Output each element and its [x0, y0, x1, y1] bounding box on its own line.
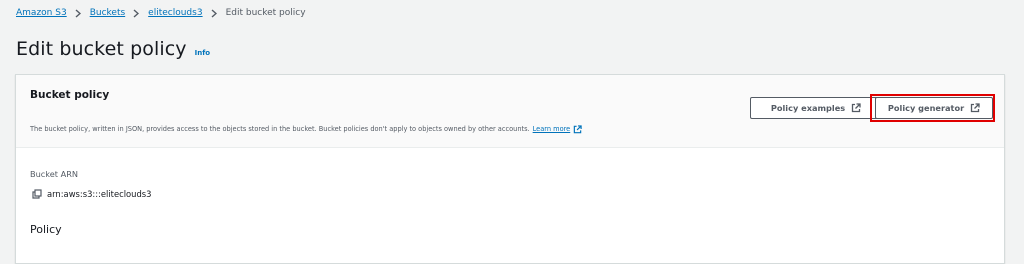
policy-heading: Policy — [30, 223, 62, 236]
panel-title: Bucket policy — [30, 89, 110, 101]
breadcrumb-buckets[interactable]: Buckets — [90, 8, 125, 18]
chevron-right-icon — [133, 8, 140, 18]
external-link-icon — [970, 103, 980, 113]
policy-examples-label: Policy examples — [770, 103, 846, 113]
panel-description-text: The bucket policy, written in JSON, prov… — [30, 125, 530, 133]
panel-description: The bucket policy, written in JSON, prov… — [30, 123, 582, 135]
breadcrumb-current: Edit bucket policy — [225, 8, 306, 18]
learn-more-link[interactable]: Learn more — [533, 125, 571, 133]
page-title: Edit bucket policy — [16, 38, 187, 60]
external-link-icon — [851, 103, 861, 113]
bucket-arn-label: Bucket ARN — [30, 169, 79, 179]
policy-generator-button[interactable]: Policy generator — [875, 97, 993, 119]
policy-examples-button[interactable]: Policy examples — [750, 97, 882, 119]
copy-icon[interactable] — [32, 189, 42, 199]
page-header: Edit bucket policy Info — [16, 38, 210, 60]
bucket-policy-panel: Bucket policy The bucket policy, written… — [15, 74, 1005, 264]
policy-generator-label: Policy generator — [887, 103, 965, 113]
external-link-icon[interactable] — [573, 124, 582, 134]
info-link[interactable]: Info — [195, 49, 210, 57]
panel-header: Bucket policy The bucket policy, written… — [16, 75, 1004, 148]
bucket-arn-value: arn:aws:s3:::eliteclouds3 — [47, 189, 152, 199]
bucket-arn-row: arn:aws:s3:::eliteclouds3 — [32, 188, 152, 200]
breadcrumb-amazon-s3[interactable]: Amazon S3 — [16, 8, 67, 18]
chevron-right-icon — [211, 8, 217, 18]
breadcrumb-bucket-name[interactable]: eliteclouds3 — [148, 8, 202, 18]
chevron-right-icon — [75, 8, 81, 18]
breadcrumb: Amazon S3 Buckets eliteclouds3 Edit buck… — [16, 6, 306, 20]
